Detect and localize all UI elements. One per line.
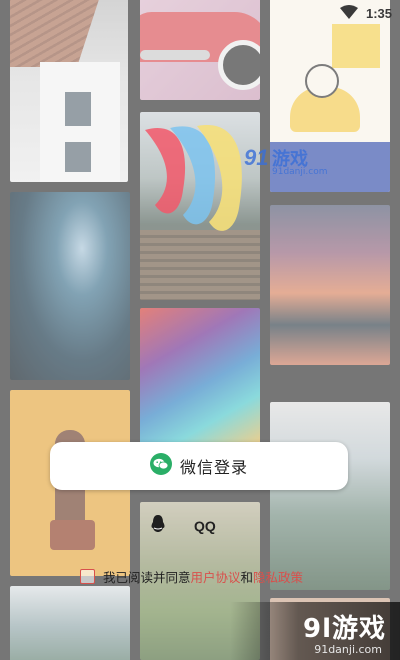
app-logo (135, 120, 275, 250)
wechat-icon (149, 453, 172, 479)
agreement-and: 和 (240, 569, 254, 585)
watermark-url: 91danji.com (272, 167, 328, 177)
watermark-bottom: 9l游戏 91danji.com (230, 602, 400, 660)
user-agreement-link[interactable]: 用户协议 (191, 570, 241, 585)
agreement-row: 我已阅读并同意用户协议和隐私政策 (80, 566, 303, 586)
qq-login-label: QQ (194, 518, 216, 534)
qq-login-button[interactable]: QQ (150, 514, 216, 538)
privacy-policy-link[interactable]: 隐私政策 (253, 570, 303, 585)
status-bar: 1:35 (339, 4, 392, 23)
watermark-bottom-brand: 9l游戏 (302, 614, 386, 644)
watermark-bottom-url: 91danji.com (314, 643, 382, 656)
wechat-login-button[interactable]: 微信登录 (50, 442, 348, 490)
wechat-login-label: 微信登录 (179, 458, 248, 477)
status-time: 1:35 (365, 5, 392, 21)
agreement-text: 我已阅读并同意 (103, 569, 191, 585)
wifi-icon (339, 4, 358, 23)
qq-penguin-icon (150, 514, 166, 538)
watermark-number: 91 (244, 145, 269, 170)
watermark-top: 91 游戏 91danji.com (244, 143, 354, 179)
agreement-checkbox[interactable] (80, 568, 95, 584)
background-photo-grid (0, 0, 400, 660)
background-dim-overlay (0, 0, 400, 660)
